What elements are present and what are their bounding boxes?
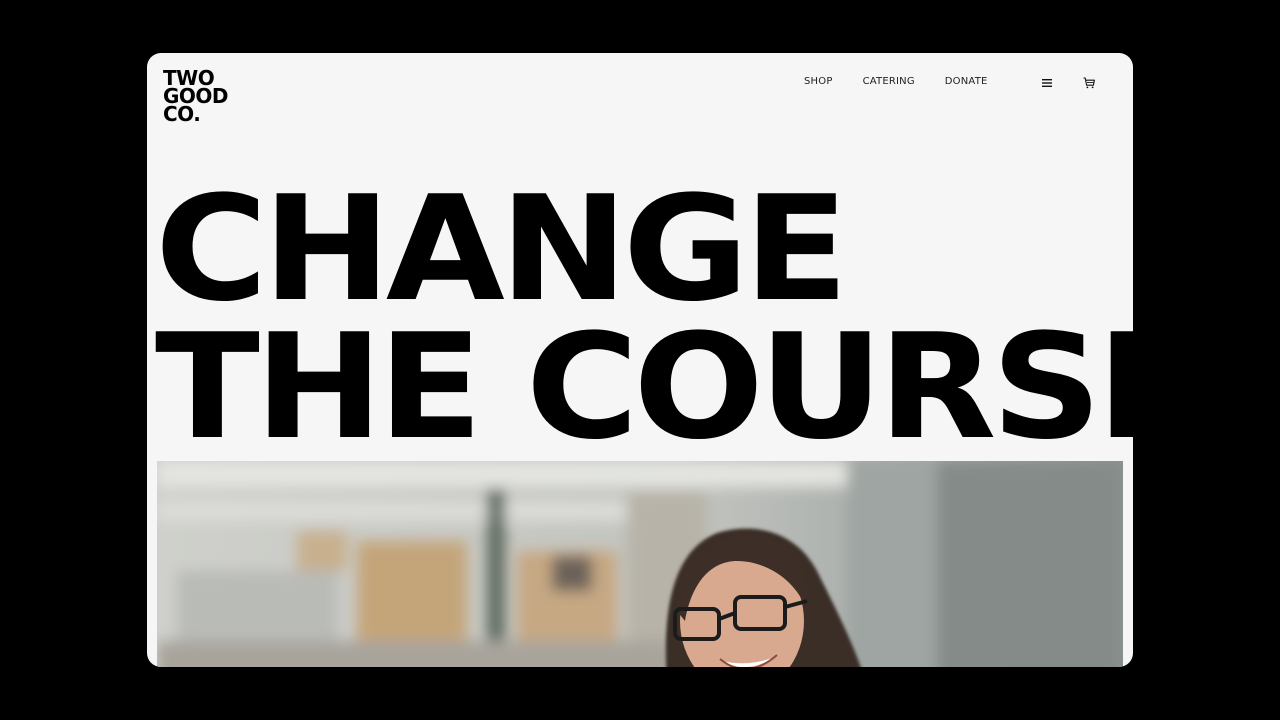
nav-link-donate[interactable]: DONATE xyxy=(945,76,988,87)
menu-button[interactable] xyxy=(1039,75,1055,91)
hero-title-line-1: CHANGE xyxy=(155,165,849,334)
hero-title: CHANGE THE COURSE xyxy=(155,165,1133,472)
main-nav: SHOP CATERING DONATE xyxy=(804,76,988,87)
hero-photo-illustration xyxy=(157,461,1123,667)
nav-link-catering[interactable]: CATERING xyxy=(863,76,915,87)
brand-logo[interactable]: TWO GOOD CO. xyxy=(163,68,229,124)
website-card: TWO GOOD CO. SHOP CATERING DONATE CHANGE… xyxy=(147,53,1133,667)
hero-photo xyxy=(157,461,1123,667)
nav-link-shop[interactable]: SHOP xyxy=(804,76,833,87)
cart-button[interactable] xyxy=(1081,75,1097,91)
hero-title-line-2: THE COURSE xyxy=(155,303,1133,472)
shopping-cart-icon xyxy=(1083,77,1095,89)
hamburger-menu-icon xyxy=(1042,79,1052,87)
